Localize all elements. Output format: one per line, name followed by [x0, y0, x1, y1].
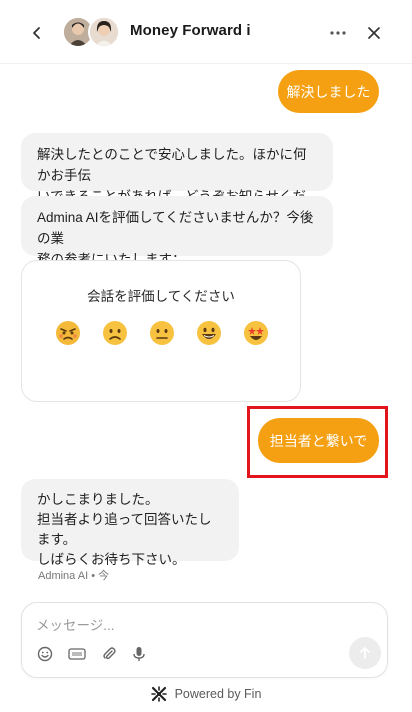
highlight-annotation: [247, 406, 388, 478]
neutral-face-icon: [150, 321, 174, 345]
bot-message: Admina AIを評価してくださいませんか？今後の業 務の参考にいたします：: [21, 196, 333, 267]
message-meta: Admina AI • 今: [38, 570, 110, 582]
agent-avatars: [62, 16, 124, 50]
bot-message: 解決したとのことで安心しました。ほかに何かお手伝 いできることがあれば、どうぞお…: [21, 133, 333, 225]
rating-frowning-button[interactable]: [101, 319, 129, 347]
send-button[interactable]: [349, 637, 381, 669]
microphone-icon: [133, 647, 145, 661]
frowning-face-icon: [103, 321, 127, 345]
rating-card: 会話を評価してください: [21, 260, 301, 402]
arrow-up-icon: [360, 647, 370, 659]
close-button[interactable]: [363, 22, 385, 44]
emoji-button[interactable]: [35, 644, 55, 664]
bot-message: かしこまりました。 担当者より追って回答いたします。 しばらくお待ち下さい。: [21, 479, 239, 567]
rating-options: [54, 319, 270, 349]
emoji-icon: [37, 646, 53, 662]
attachment-button[interactable]: [99, 644, 119, 664]
star-struck-face-icon: [244, 321, 268, 345]
rating-smiling-button[interactable]: [195, 319, 223, 347]
avatar: [88, 16, 120, 48]
conversation-title: Money Forward i: [130, 22, 251, 39]
angry-face-icon: [56, 321, 80, 345]
rating-star-struck-button[interactable]: [242, 319, 270, 347]
user-message: 解決しました: [278, 70, 379, 113]
message-input[interactable]: [36, 615, 336, 635]
powered-by-label: Powered by Fin: [174, 687, 262, 701]
message-composer: [21, 602, 388, 678]
voice-button[interactable]: [129, 644, 149, 664]
rating-neutral-button[interactable]: [148, 319, 176, 347]
paperclip-icon: [103, 647, 116, 660]
powered-by-footer: Powered by Fin: [0, 684, 412, 704]
back-button[interactable]: [26, 22, 48, 44]
close-icon: [368, 27, 380, 39]
smiling-face-icon: [197, 321, 221, 345]
more-options-button[interactable]: [327, 22, 349, 44]
gif-button[interactable]: [67, 644, 87, 664]
fin-logo-icon: [150, 686, 167, 702]
more-horizontal-icon: [330, 31, 346, 35]
chat-header: Money Forward i: [0, 0, 412, 64]
rating-angry-button[interactable]: [54, 319, 82, 347]
chevron-left-icon: [33, 27, 40, 39]
rating-title: 会話を評価してください: [87, 289, 235, 304]
gif-icon: [68, 648, 86, 660]
